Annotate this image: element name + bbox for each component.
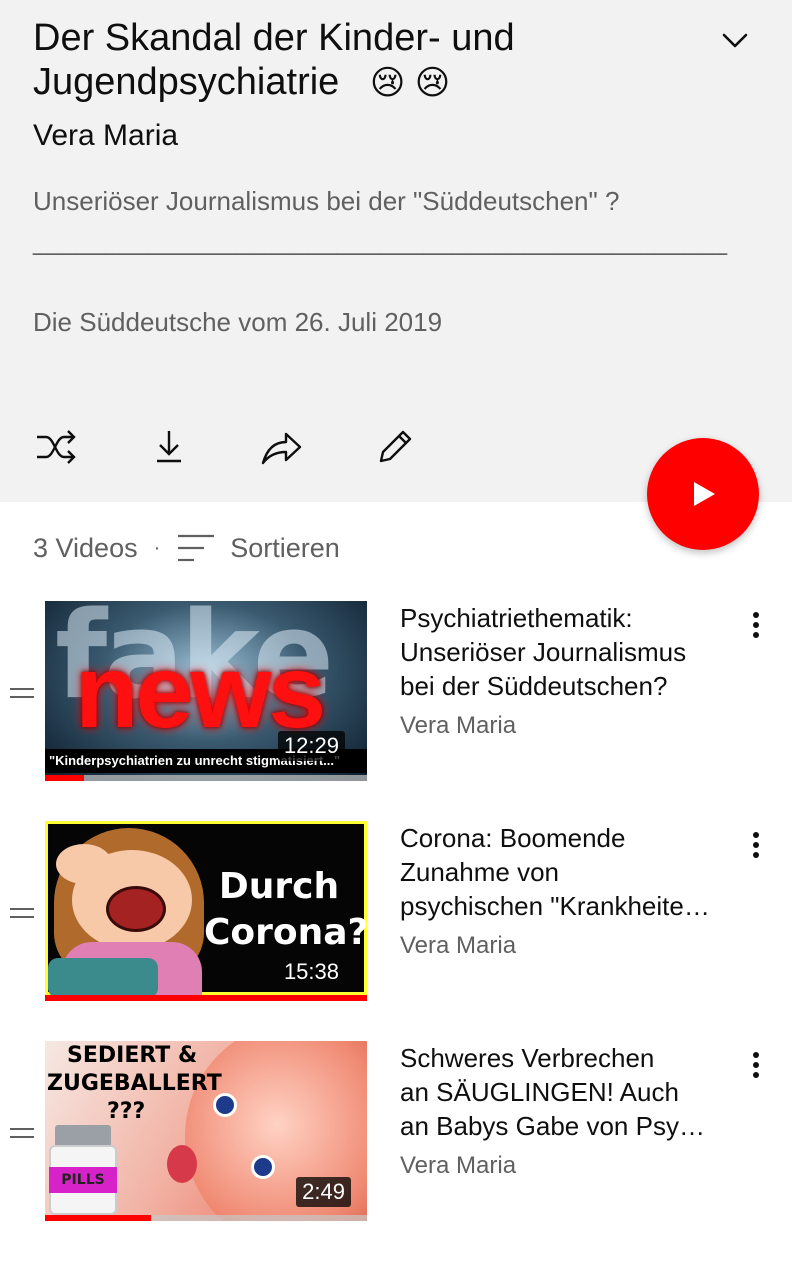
video-title-line: bei der Süddeutschen? bbox=[400, 671, 668, 701]
playlist-meta-row: 3 Videos · Sortieren bbox=[33, 528, 340, 568]
video-list-item[interactable]: Durch Corona? 15:38 Corona: Boomende Zun… bbox=[0, 821, 792, 1001]
video-count: 3 Videos bbox=[33, 532, 138, 563]
video-title-line: Schweres Verbrechen bbox=[400, 1043, 655, 1073]
play-all-button[interactable] bbox=[647, 438, 759, 550]
meta-separator: · bbox=[153, 536, 161, 559]
video-title[interactable]: Corona: Boomende Zunahme von psychischen… bbox=[400, 821, 740, 923]
watch-progress-track bbox=[45, 775, 367, 781]
thumbnail-figure bbox=[106, 886, 166, 932]
video-channel: Vera Maria bbox=[400, 932, 517, 959]
playlist-description-separator: ________________________________________… bbox=[33, 226, 728, 256]
playlist-description-line1: Unseriöser Journalismus bei der "Süddeut… bbox=[33, 186, 620, 216]
video-title-line: Corona: Boomende bbox=[400, 823, 626, 853]
thumbnail-text-line: Corona? bbox=[204, 912, 367, 953]
thumbnail-text-line: Durch bbox=[218, 866, 340, 907]
sort-button[interactable]: Sortieren bbox=[176, 532, 340, 564]
edit-icon bbox=[379, 430, 412, 463]
share-icon bbox=[261, 432, 302, 465]
sort-label: Sortieren bbox=[230, 532, 340, 563]
video-title-line: Psychiatriethematik: bbox=[400, 603, 633, 633]
video-menu-button[interactable] bbox=[742, 1047, 770, 1083]
thumbnail-text: ZUGEBALLERT bbox=[47, 1071, 222, 1096]
video-duration: 12:29 bbox=[277, 731, 345, 761]
sort-icon bbox=[178, 534, 215, 562]
download-icon bbox=[157, 431, 181, 463]
thumbnail-figure bbox=[48, 958, 158, 998]
playlist-header: Der Skandal der Kinder- und Jugendpsychi… bbox=[0, 0, 792, 502]
video-title[interactable]: Schweres Verbrechen an SÄUGLINGEN! Auch … bbox=[400, 1041, 740, 1143]
video-title[interactable]: Psychiatriethematik: Unseriöser Journali… bbox=[400, 601, 740, 703]
download-button[interactable] bbox=[146, 424, 192, 470]
video-list-item[interactable]: fake news "Kinderpsychiatrien zu unrecht… bbox=[0, 601, 792, 781]
playlist-title-line2: Jugendpsychiatrie 😢 😢 bbox=[33, 60, 693, 105]
video-thumbnail[interactable]: fake news "Kinderpsychiatrien zu unrecht… bbox=[45, 601, 367, 781]
edit-button[interactable] bbox=[372, 424, 418, 470]
drag-handle-icon[interactable] bbox=[8, 685, 36, 701]
thumbnail-figure bbox=[251, 1155, 275, 1179]
video-title-line: Unseriöser Journalismus bbox=[400, 637, 687, 667]
thumbnail-text: PILLS bbox=[49, 1167, 117, 1193]
playlist-title-text: Jugendpsychiatrie bbox=[33, 61, 340, 103]
video-channel: Vera Maria bbox=[400, 712, 517, 739]
watch-progress-bar bbox=[45, 995, 367, 1001]
watch-progress-bar bbox=[45, 1215, 152, 1221]
thumbnail-figure bbox=[56, 844, 112, 884]
playlist-title: Der Skandal der Kinder- und Jugendpsychi… bbox=[33, 16, 693, 105]
video-menu-button[interactable] bbox=[742, 607, 770, 643]
thumbnail-text: ??? bbox=[107, 1099, 146, 1124]
playlist-description-line2: Die Süddeutsche vom 26. Juli 2019 bbox=[33, 307, 443, 337]
thumbnail-figure bbox=[167, 1145, 197, 1183]
collapse-button[interactable] bbox=[718, 24, 752, 58]
video-title-line: Zunahme von bbox=[400, 857, 559, 887]
crying-emoji: 😢 😢 bbox=[369, 64, 451, 102]
video-thumbnail[interactable]: Durch Corona? 15:38 bbox=[45, 821, 367, 1001]
thumbnail-text: Durch Corona? bbox=[204, 864, 367, 956]
chevron-down-icon bbox=[722, 33, 748, 48]
video-title-line: psychischen "Krankheite… bbox=[400, 891, 710, 921]
pill-bottle-icon bbox=[55, 1125, 111, 1147]
playlist-author[interactable]: Vera Maria bbox=[33, 117, 178, 155]
drag-handle-icon[interactable] bbox=[8, 1125, 36, 1141]
watch-progress-bar bbox=[45, 775, 84, 781]
video-title-line: an SÄUGLINGEN! Auch bbox=[400, 1077, 679, 1107]
video-menu-button[interactable] bbox=[742, 827, 770, 863]
share-button[interactable] bbox=[258, 424, 304, 470]
shuffle-button[interactable] bbox=[33, 424, 79, 470]
video-list-item[interactable]: SEDIERT & ZUGEBALLERT ??? PILLS 2:49 Sch… bbox=[0, 1041, 792, 1221]
video-title-line: an Babys Gabe von Psy… bbox=[400, 1111, 705, 1141]
more-vert-icon bbox=[753, 832, 759, 858]
drag-handle-icon[interactable] bbox=[8, 905, 36, 921]
playlist-title-line1: Der Skandal der Kinder- und bbox=[33, 17, 515, 59]
video-duration: 15:38 bbox=[283, 959, 339, 984]
video-channel: Vera Maria bbox=[400, 1152, 517, 1179]
more-vert-icon bbox=[753, 612, 759, 638]
video-duration: 2:49 bbox=[296, 1177, 351, 1207]
thumbnail-figure bbox=[213, 1093, 237, 1117]
thumbnail-text: SEDIERT & bbox=[67, 1043, 198, 1068]
video-thumbnail[interactable]: SEDIERT & ZUGEBALLERT ??? PILLS 2:49 bbox=[45, 1041, 367, 1221]
play-icon bbox=[694, 482, 715, 506]
shuffle-icon bbox=[37, 430, 76, 464]
more-vert-icon bbox=[753, 1052, 759, 1078]
